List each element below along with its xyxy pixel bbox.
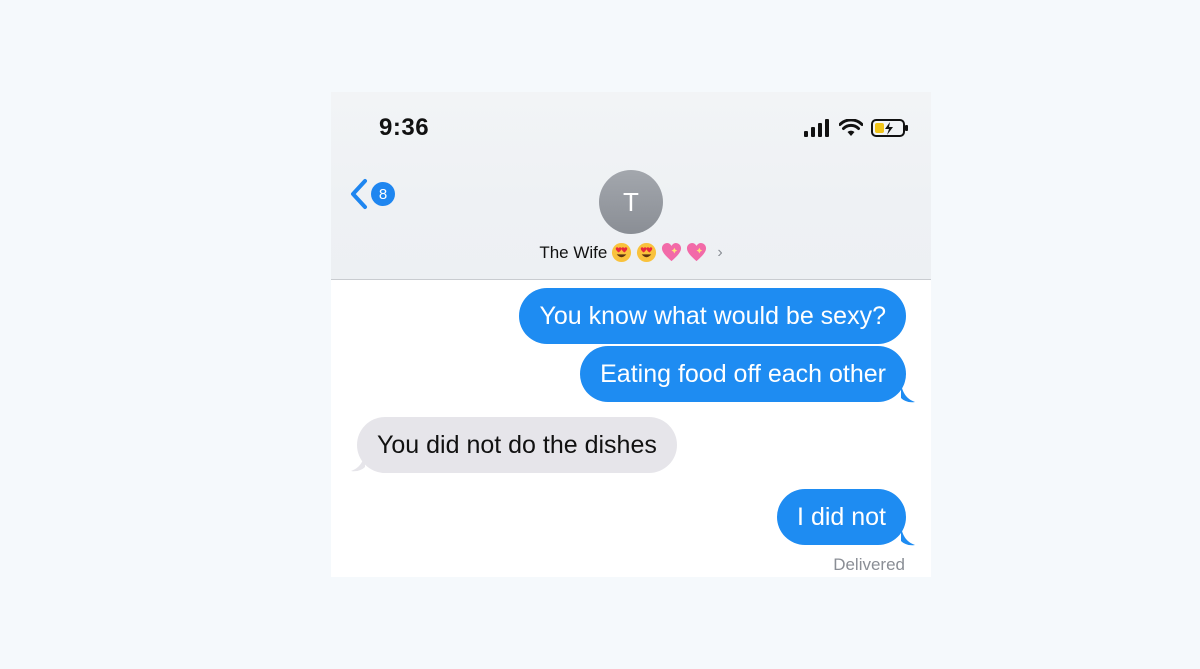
contact-name: The Wife	[539, 242, 608, 262]
delivery-status: Delivered	[833, 555, 905, 574]
avatar[interactable]: T	[599, 170, 663, 234]
back-chevron-icon	[351, 179, 367, 209]
messages-screen: 9:36 8 T The Wife › You know what would …	[331, 92, 931, 577]
sparkling-heart-emoji-icon	[662, 242, 682, 262]
message-bubble-outgoing[interactable]: You know what would be sexy?	[519, 288, 906, 344]
wifi-icon	[839, 119, 863, 136]
heart-eyes-emoji-icon	[612, 242, 632, 263]
message-text: Eating food off each other	[600, 360, 886, 388]
contact-name-button[interactable]: The Wife ›	[331, 242, 931, 263]
bubble-tail	[901, 527, 915, 546]
message-bubble-incoming[interactable]: You did not do the dishes	[357, 417, 677, 473]
message-bubble-outgoing[interactable]: Eating food off each other	[580, 346, 906, 402]
message-text: You know what would be sexy?	[539, 302, 886, 330]
status-time: 9:36	[379, 114, 430, 141]
bubble-tail	[351, 453, 365, 472]
sparkling-heart-emoji-icon	[687, 242, 707, 262]
message-text: You did not do the dishes	[377, 431, 657, 459]
message-bubble-outgoing[interactable]: I did not	[777, 489, 906, 545]
message-text: I did not	[797, 503, 886, 531]
chevron-right-icon: ›	[717, 243, 723, 261]
bubble-tail	[901, 384, 915, 403]
status-icons	[803, 118, 909, 138]
conversation-header: 9:36 8 T The Wife ›	[331, 92, 931, 280]
battery-charging-icon	[871, 119, 908, 137]
back-button[interactable]: 8	[349, 178, 395, 210]
signal-icon	[804, 119, 829, 137]
unread-count-badge: 8	[371, 182, 395, 206]
heart-eyes-emoji-icon	[637, 242, 657, 263]
